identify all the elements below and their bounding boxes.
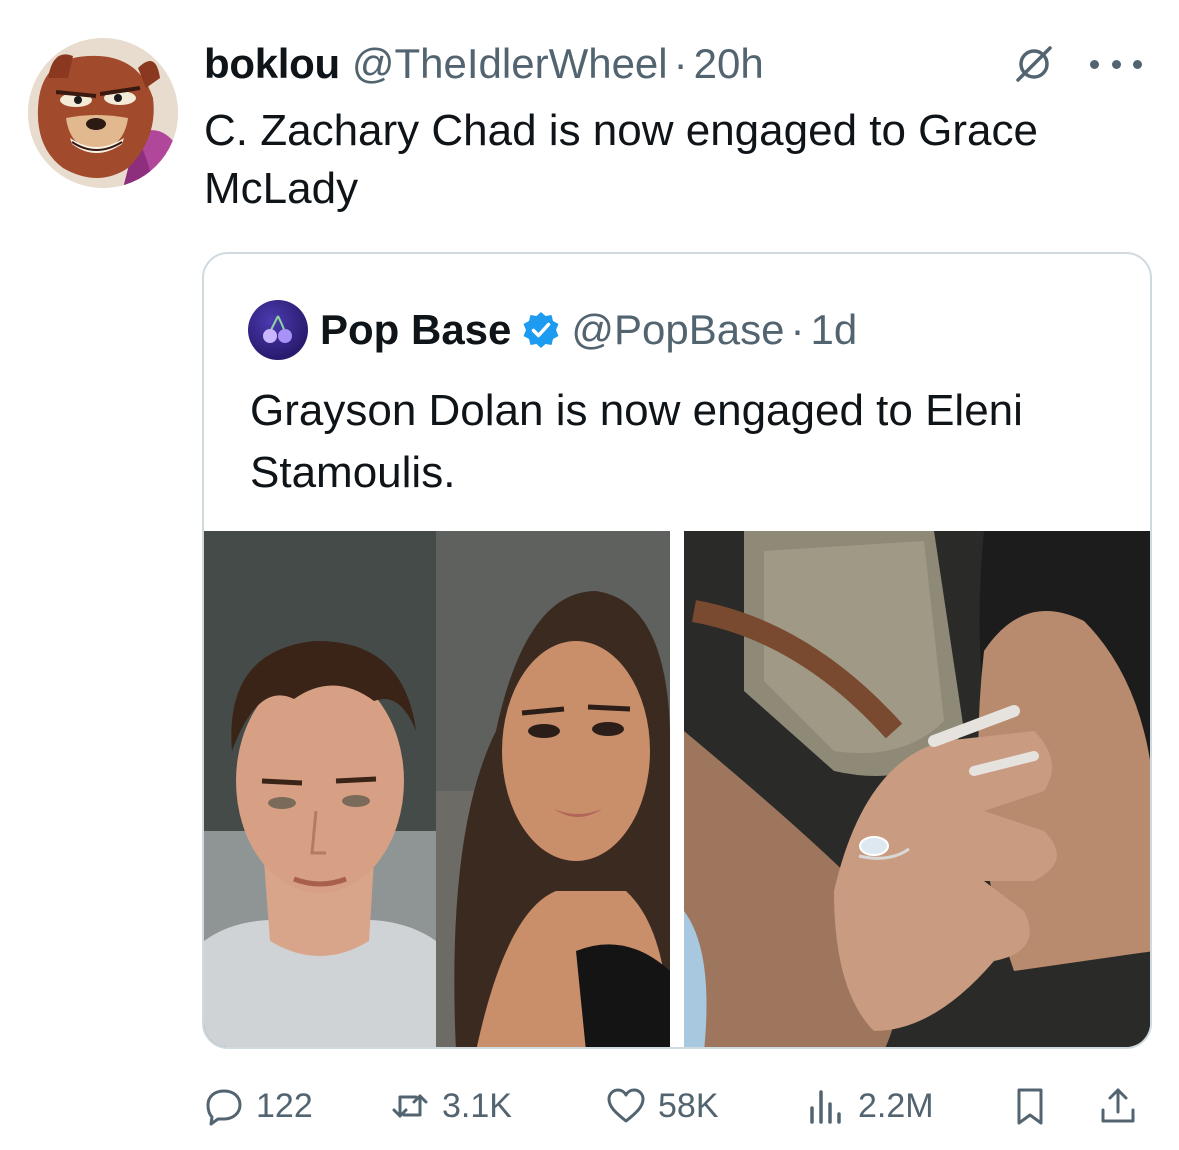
reply-count: 122 xyxy=(256,1086,313,1125)
author-avatar[interactable] xyxy=(28,38,178,188)
share-button[interactable] xyxy=(1098,1078,1150,1134)
share-icon xyxy=(1101,1088,1135,1123)
tweet-text: C. Zachary Chad is now engaged to Grace … xyxy=(204,106,1039,213)
photo-man-portrait xyxy=(204,531,436,1047)
repost-icon xyxy=(392,1094,428,1118)
photo-engagement-ring[interactable] xyxy=(684,531,1150,1047)
quote-timestamp[interactable]: 1d xyxy=(811,306,858,354)
views-count: 2.2M xyxy=(858,1086,934,1125)
quote-header: Pop Base @PopBase · 1d xyxy=(248,300,858,360)
grok-icon[interactable] xyxy=(1012,42,1056,86)
repost-button[interactable]: 3.1K xyxy=(390,1078,512,1134)
tweet-action-bar: 122 3.1K 58K 2.2M xyxy=(204,1078,1154,1134)
heart-icon xyxy=(607,1088,645,1123)
photo-woman-portrait xyxy=(436,531,670,1047)
repost-count: 3.1K xyxy=(442,1086,512,1125)
views-button[interactable]: 2.2M xyxy=(806,1078,934,1134)
quote-media xyxy=(204,531,1150,1047)
more-options-icon[interactable] xyxy=(1090,58,1142,70)
popbase-avatar[interactable] xyxy=(248,300,308,360)
verified-badge-icon xyxy=(523,312,559,348)
bear-avatar-image xyxy=(28,38,178,188)
quote-text: Grayson Dolan is now engaged to Eleni St… xyxy=(250,386,1023,497)
cherry-icon xyxy=(263,315,292,343)
media-gap xyxy=(670,531,684,1047)
quote-display-name[interactable]: Pop Base xyxy=(320,306,511,354)
bookmark-icon xyxy=(1017,1088,1043,1125)
tweet-header: boklou @TheIdlerWheel · 20h xyxy=(204,36,764,92)
author-handle[interactable]: @TheIdlerWheel xyxy=(352,40,668,88)
reply-icon xyxy=(206,1089,242,1126)
quote-separator: · xyxy=(790,306,805,353)
like-count: 58K xyxy=(658,1086,719,1125)
quoted-tweet-card[interactable]: Pop Base @PopBase · 1d Grayson Dolan is … xyxy=(202,252,1152,1049)
header-separator: · xyxy=(673,40,688,87)
bookmark-button[interactable] xyxy=(1010,1078,1062,1134)
views-icon xyxy=(810,1090,841,1124)
photo-portraits[interactable] xyxy=(204,531,670,1047)
reply-button[interactable]: 122 xyxy=(204,1078,313,1134)
tweet-timestamp[interactable]: 20h xyxy=(694,40,764,88)
like-button[interactable]: 58K xyxy=(606,1078,719,1134)
quote-handle[interactable]: @PopBase xyxy=(571,306,784,354)
author-display-name[interactable]: boklou xyxy=(204,40,340,88)
